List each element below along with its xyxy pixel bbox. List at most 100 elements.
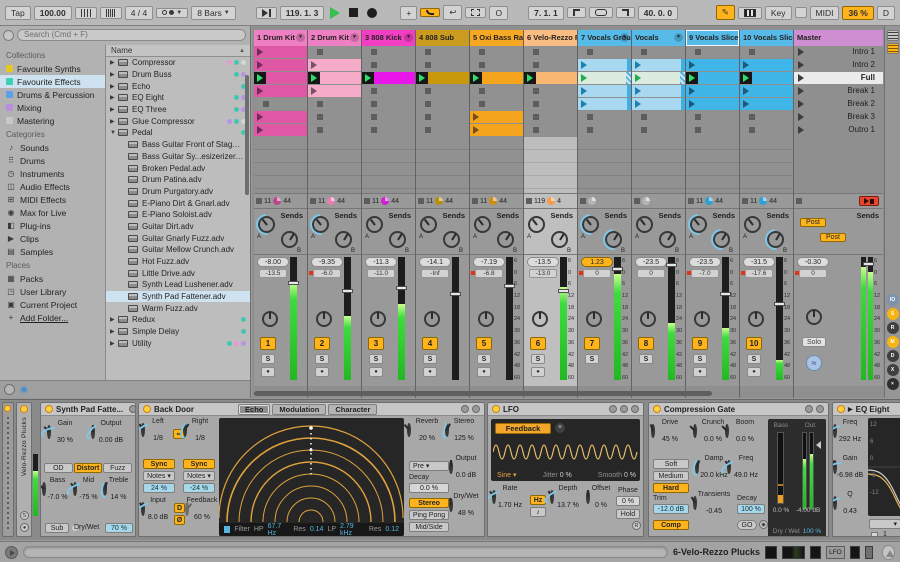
device-activator-led[interactable] (45, 405, 53, 413)
mixer-section-toggle[interactable]: M (886, 336, 899, 348)
volume-field[interactable]: -23.5 (635, 257, 667, 267)
sort-asc-icon[interactable]: ▲ (239, 48, 245, 54)
clip-slot[interactable] (416, 85, 469, 97)
empty-slot-area[interactable] (254, 137, 307, 193)
track-header[interactable]: 5 Oxi Bass Rack (470, 30, 523, 46)
send-b-pre-post-toggle[interactable]: Post (820, 233, 846, 242)
empty-slot-area[interactable] (578, 137, 631, 193)
output-knob[interactable] (91, 425, 95, 439)
knee-mode-button[interactable]: Soft (653, 459, 689, 469)
file-row[interactable]: ▶ EQ Three (106, 104, 250, 116)
map-icon[interactable] (609, 405, 617, 413)
jitter-value[interactable]: 0 % (560, 472, 572, 479)
clip-slot[interactable] (686, 85, 739, 97)
volume-fader-handle[interactable] (863, 261, 874, 266)
output-knob[interactable] (449, 460, 453, 474)
empty-slot-area[interactable] (470, 137, 523, 193)
bass-meter-value[interactable]: 0.0 % (768, 507, 794, 514)
send-a-knob[interactable] (528, 216, 545, 233)
mid-knob[interactable] (70, 482, 77, 496)
trim-value[interactable]: -12.0 dB (653, 504, 689, 514)
clip-slot[interactable] (524, 46, 577, 58)
folded-device-strip[interactable] (2, 402, 14, 537)
peak-level-field[interactable]: 0 (637, 269, 665, 278)
clip-slot[interactable] (686, 111, 739, 123)
mixer-section-toggle[interactable]: × (886, 378, 899, 390)
category-item[interactable]: ◫ Audio Effects (0, 180, 105, 193)
peak-level-field[interactable]: -17.6 (745, 269, 773, 278)
device-header[interactable]: Synth Pad Fatte... (41, 403, 135, 416)
clip-stop-icon[interactable] (256, 198, 262, 204)
fold-track-icon[interactable]: ▼ (296, 33, 305, 42)
expand-arrow-icon[interactable]: ▶ (110, 106, 118, 113)
fold-track-icon[interactable]: ▼ (620, 33, 629, 42)
solo-button[interactable]: S (477, 354, 491, 364)
feedback-knob[interactable] (185, 502, 193, 516)
draw-mode-button[interactable]: ✎ (715, 5, 735, 20)
send-b-knob[interactable] (713, 231, 730, 248)
clip-slot[interactable] (632, 46, 685, 58)
file-row[interactable]: E-Piano Dirt & Gnarl.adv (106, 197, 250, 209)
solo-button[interactable]: S (747, 354, 761, 364)
rate-knob[interactable] (489, 490, 496, 504)
hold-button[interactable]: Hold (616, 509, 640, 519)
track-activator-button[interactable]: 3 (368, 337, 384, 350)
clip-slot[interactable] (470, 46, 523, 58)
send-a-knob[interactable] (474, 216, 491, 233)
file-row[interactable]: Synth Pad Fattener.adv (106, 290, 250, 303)
solo-button[interactable]: S (369, 354, 383, 364)
play-button[interactable] (330, 6, 341, 19)
device-header[interactable]: Back Door Echo Modulation Character (139, 403, 484, 416)
send-a-knob[interactable] (312, 216, 329, 233)
unmap-icon[interactable]: × (555, 423, 565, 433)
place-item[interactable]: ◳ User Library (0, 285, 105, 298)
expand-arrow-icon[interactable]: ▶ (110, 94, 118, 101)
scene-launch-slot[interactable]: Outro 1 (794, 124, 883, 136)
empty-slot-area[interactable] (632, 137, 685, 193)
solo-button[interactable]: S (639, 354, 653, 364)
offset-knob[interactable] (586, 490, 590, 504)
place-item[interactable]: + Add Folder... (0, 311, 105, 324)
solo-button[interactable]: S (585, 354, 599, 364)
file-row[interactable]: E-Piano Soloist.adv (106, 209, 250, 221)
solo-button[interactable]: S (423, 354, 437, 364)
clip-slot[interactable] (416, 72, 469, 84)
clip-slot[interactable] (470, 111, 523, 123)
listen-icon[interactable]: ◉ (759, 520, 768, 529)
send-a-knob[interactable] (690, 216, 707, 233)
boom-knob[interactable] (721, 424, 729, 438)
send-b-knob[interactable] (551, 231, 568, 248)
save-preset-icon[interactable] (472, 405, 480, 413)
device-chain-lfo-chip[interactable]: LFO (826, 545, 845, 559)
category-item[interactable]: ♪ Sounds (0, 141, 105, 154)
out-meter-value[interactable]: -4.00 dB (792, 507, 824, 514)
clip-slot[interactable] (686, 72, 739, 84)
peak-level-field[interactable]: -13.5 (259, 269, 287, 278)
empty-slot-area[interactable] (308, 137, 361, 193)
empty-scene-area[interactable] (794, 137, 883, 193)
clip-stop-icon[interactable] (688, 198, 694, 204)
echo-channel-mode-button[interactable]: Stereo (409, 498, 449, 508)
clip-slot[interactable] (740, 46, 793, 58)
follow-button[interactable] (255, 6, 277, 19)
clip-slot[interactable] (470, 98, 523, 110)
input-knob[interactable] (139, 502, 145, 516)
device-chain-thumbnail[interactable] (765, 545, 778, 559)
clip-slot[interactable] (524, 111, 577, 123)
expand-arrow-icon[interactable]: ▶ (110, 59, 118, 66)
scene-launch-slot[interactable]: Break 1 (794, 85, 883, 97)
decay-value[interactable]: 0.0 % (409, 483, 449, 493)
send-a-knob[interactable] (258, 216, 275, 233)
master-track-header[interactable]: Master (794, 30, 883, 46)
track-header[interactable]: 2 Drum Kit ▼ (308, 30, 361, 46)
clip-slot[interactable] (686, 124, 739, 136)
chain-hotswap-button[interactable]: ● (20, 523, 29, 532)
peak-level-field[interactable]: -11.0 (367, 269, 395, 278)
mixer-section-toggle[interactable]: S (886, 308, 899, 320)
clip-slot[interactable] (578, 46, 631, 58)
overview-toggle-button[interactable] (886, 30, 899, 41)
clip-slot[interactable] (578, 98, 631, 110)
clip-slot[interactable] (308, 59, 361, 71)
file-row[interactable]: ▶ Glue Compressor (106, 115, 250, 127)
nudge-down-button[interactable] (74, 6, 97, 19)
